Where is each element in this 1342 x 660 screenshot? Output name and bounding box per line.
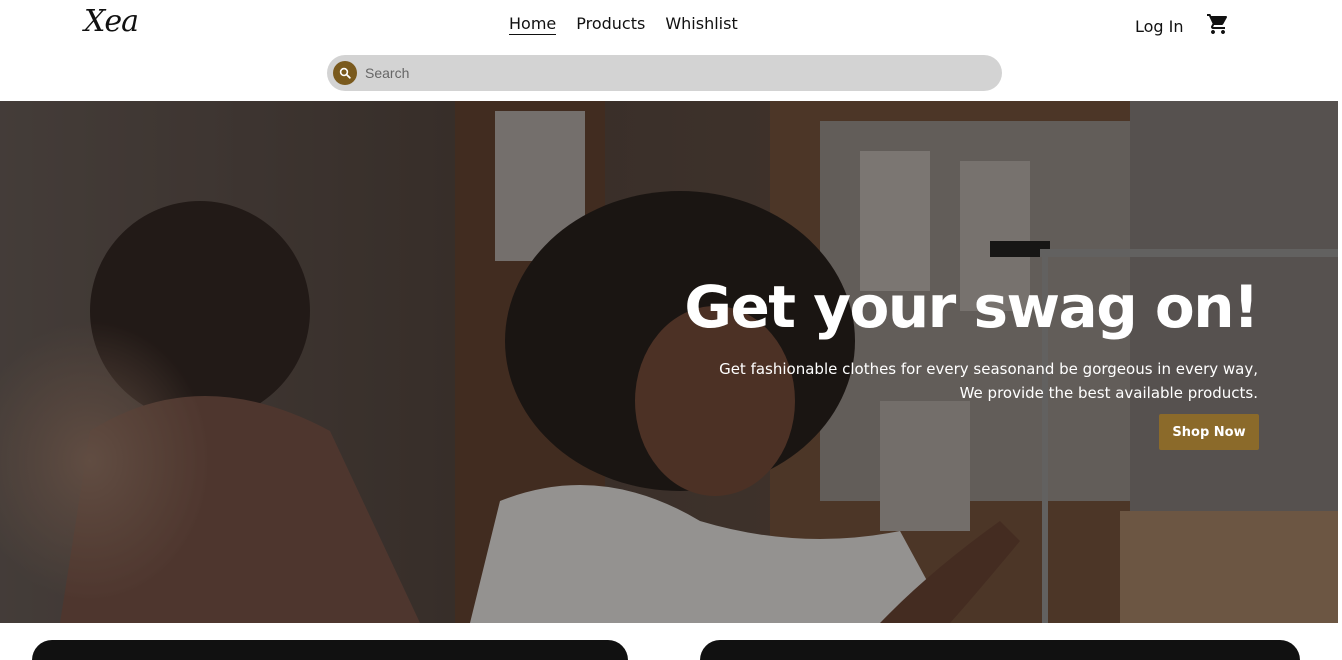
- search-bar: [327, 55, 1002, 91]
- nav-item-wishlist[interactable]: Whishlist: [665, 14, 737, 35]
- shop-now-button[interactable]: Shop Now: [1159, 414, 1259, 450]
- hero-subtitle: Get fashionable clothes for every season…: [719, 357, 1258, 405]
- nav-item-home[interactable]: Home: [509, 14, 557, 35]
- login-link[interactable]: Log In: [1135, 17, 1184, 36]
- product-card-top-left: [32, 640, 628, 660]
- hero-banner: Get your swag on! Get fashionable clothe…: [0, 101, 1338, 623]
- hero-title: Get your swag on!: [684, 273, 1259, 341]
- brand-logo[interactable]: Xea: [84, 4, 139, 39]
- main-nav: Home Products Whishlist: [509, 14, 738, 35]
- nav-item-products[interactable]: Products: [576, 14, 645, 35]
- product-card-top-right: [700, 640, 1300, 660]
- search-input[interactable]: [363, 61, 983, 85]
- hero-subtitle-line-1: Get fashionable clothes for every season…: [719, 360, 1258, 378]
- shopping-cart-icon[interactable]: [1206, 12, 1230, 36]
- hero-subtitle-line-2: We provide the best available products.: [959, 384, 1258, 402]
- site-header: Xea Home Products Whishlist Log In: [0, 0, 1342, 101]
- search-icon[interactable]: [333, 61, 357, 85]
